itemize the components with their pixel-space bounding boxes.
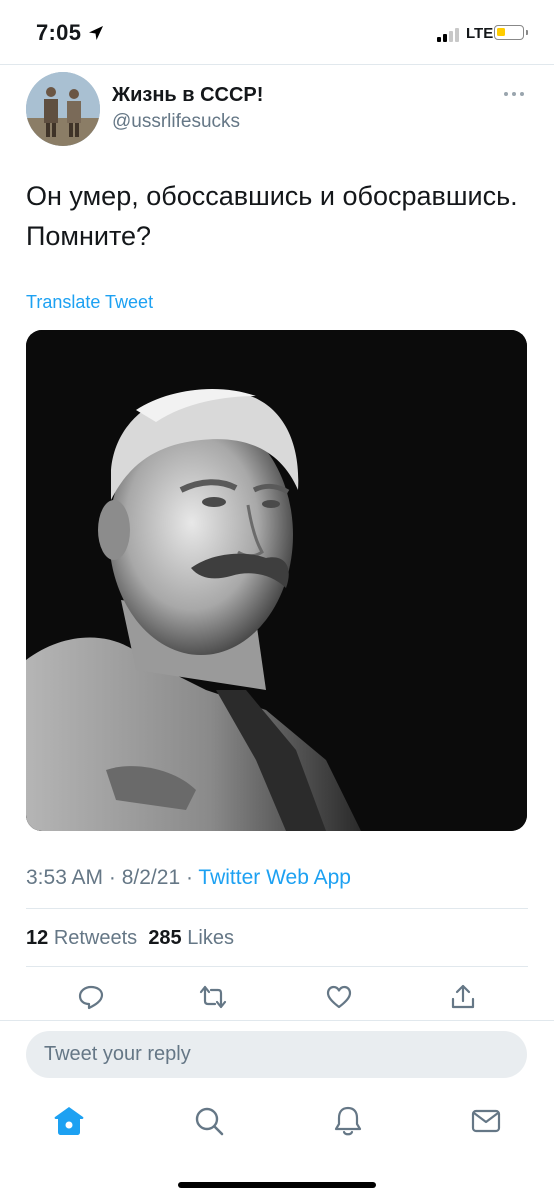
tweet-time: 3:53 AM — [26, 866, 104, 889]
notifications-icon[interactable] — [331, 1104, 365, 1138]
search-icon[interactable] — [192, 1104, 226, 1138]
header-divider — [0, 64, 554, 65]
location-arrow-icon — [89, 26, 103, 40]
likes-count[interactable]: 285 — [148, 927, 181, 949]
stats-divider — [26, 966, 528, 967]
tweet-date: 8/2/21 — [121, 866, 181, 889]
retweets-count[interactable]: 12 — [26, 927, 48, 949]
tweet-source-link[interactable]: Twitter Web App — [198, 866, 351, 889]
tweet-text: Он умер, обоссавшись и обосравшись. Помн… — [26, 181, 518, 251]
meta-divider — [26, 908, 528, 909]
battery-cap — [526, 30, 528, 35]
more-options-icon[interactable] — [504, 92, 526, 98]
battery-level — [497, 28, 505, 36]
reply-icon[interactable] — [77, 983, 105, 1011]
reply-placeholder[interactable]: Tweet your reply — [44, 1043, 191, 1066]
avatar-image — [26, 72, 100, 146]
retweet-icon[interactable] — [199, 983, 227, 1011]
display-name[interactable]: Жизнь в СССР! — [112, 84, 263, 107]
home-indicator — [178, 1182, 376, 1188]
network-type: LTE — [466, 25, 494, 42]
tweet-photo[interactable] — [26, 330, 527, 831]
tweet-meta: 3:53 AM · 8/2/21 · Twitter Web App — [26, 866, 351, 889]
translate-tweet-link[interactable]: Translate Tweet — [26, 292, 153, 313]
avatar[interactable] — [26, 72, 100, 146]
home-icon[interactable] — [52, 1104, 86, 1138]
retweets-label[interactable]: Retweets — [54, 927, 137, 949]
likes-label[interactable]: Likes — [187, 927, 234, 949]
like-icon[interactable] — [325, 983, 353, 1011]
status-time: 7:05 — [36, 20, 82, 45]
battery-icon — [494, 25, 524, 40]
actions-divider — [0, 1020, 554, 1021]
messages-icon[interactable] — [469, 1104, 503, 1138]
user-handle[interactable]: @ussrlifesucks — [112, 111, 240, 133]
tweet-stats: 12 Retweets 285 Likes — [26, 927, 234, 950]
signal-strength-icon — [437, 28, 463, 42]
status-bar: 7:05 LTE — [0, 0, 554, 66]
reply-field[interactable]: Tweet your reply — [26, 1031, 527, 1078]
share-icon[interactable] — [449, 983, 477, 1011]
portrait-image — [26, 330, 527, 831]
